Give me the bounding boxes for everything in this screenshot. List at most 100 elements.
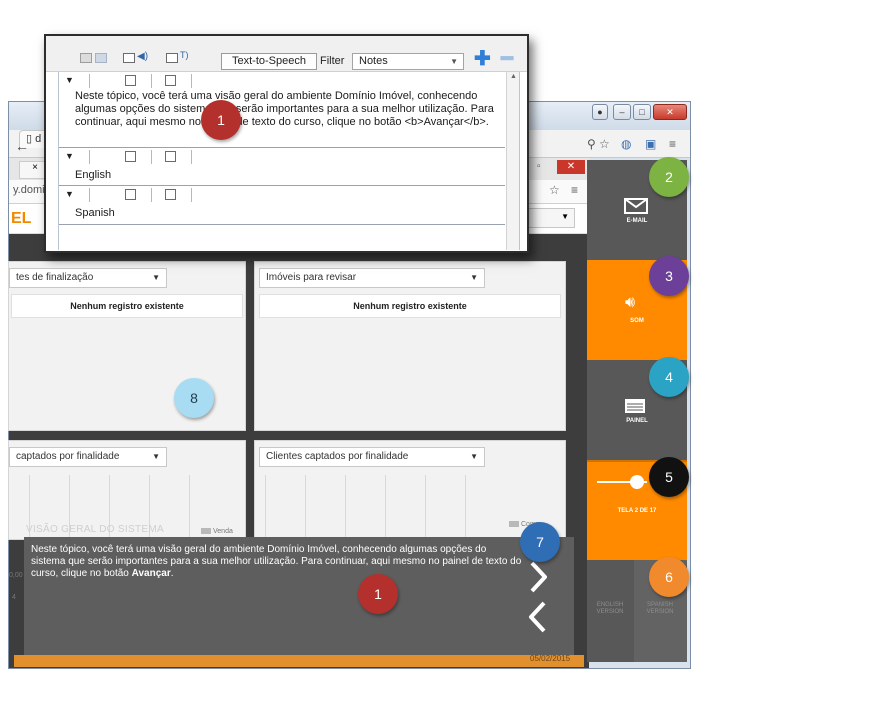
previous-arrow-icon[interactable]	[525, 599, 551, 635]
column-separator	[151, 188, 152, 202]
url-text: y.domi	[13, 184, 45, 196]
spanish-version-button[interactable]: SPANISH VERSION	[634, 602, 686, 616]
collapse-triangle-icon[interactable]: ▼	[65, 189, 74, 199]
panel-dropdown[interactable]: tes de finalização ▼	[9, 268, 167, 288]
restore-icon[interactable]: ▫	[537, 161, 541, 172]
sound-label: SOM	[630, 318, 644, 324]
panel-dropdown[interactable]: Imóveis para revisar ▼	[259, 268, 485, 288]
callout-badge-3: 3	[649, 256, 689, 296]
row-checkbox[interactable]	[125, 75, 136, 86]
chart-gridline	[385, 475, 386, 541]
scrollbar[interactable]: ▲	[506, 72, 519, 250]
footer-date: 05/02/2015	[530, 654, 571, 663]
chart-gridline	[305, 475, 306, 541]
row-header: ▼	[59, 74, 519, 88]
panel-icon	[625, 399, 645, 413]
callout-badge-1-bottom: 1	[358, 574, 398, 614]
column-separator	[191, 150, 192, 164]
gray-box-icon[interactable]	[80, 53, 92, 63]
envelope-icon	[624, 198, 648, 214]
column-separator	[151, 150, 152, 164]
add-icon[interactable]: ✚	[474, 49, 491, 69]
row-header: ▼	[59, 150, 519, 164]
callout-badge-8: 8	[174, 378, 214, 418]
column-separator	[191, 188, 192, 202]
row-divider	[59, 224, 505, 225]
checkbox-icon[interactable]	[166, 53, 178, 63]
chart-gridline	[425, 475, 426, 541]
panel-bottom-right: Clientes captados por finalidade▼ Comp	[254, 440, 566, 541]
callout-badge-6: 6	[649, 557, 689, 597]
row-divider	[59, 147, 505, 148]
screen-counter: TELA 2 DE 17	[617, 508, 657, 514]
course-text-panel: Neste tópico, você terá uma visão geral …	[24, 537, 574, 655]
row-divider	[59, 185, 505, 186]
chevron-down-icon: ▼	[470, 452, 478, 461]
text-to-speech-button[interactable]: Text-to-Speech	[221, 53, 317, 70]
watermark-text: VISÃO GERAL DO SISTEMA	[26, 524, 164, 535]
text-speech-icon[interactable]: T)	[180, 50, 189, 60]
extension-icon[interactable]: ▣	[645, 137, 656, 151]
note-text: Neste tópico, você terá uma visão geral …	[75, 90, 494, 128]
screenshot-root: ● – □ ✕ ▯ d ← ⚲ ☆ ◍ ▣ ≡ × ▫ ✕ y.domi ☆ ≡	[0, 0, 874, 711]
collapse-triangle-icon[interactable]: ▼	[65, 151, 74, 161]
globe-icon[interactable]: ◍	[621, 137, 631, 151]
menu-icon[interactable]: ≡	[669, 137, 676, 151]
speaker-icon[interactable]: ◀)	[137, 51, 148, 62]
chevron-down-icon: ▼	[152, 273, 160, 282]
row-checkbox[interactable]	[125, 151, 136, 162]
row-checkbox[interactable]	[125, 189, 136, 200]
chevron-down-icon: ▼	[450, 57, 458, 66]
filter-label: Filter	[320, 55, 345, 67]
note-text-spanish: Spanish	[75, 207, 115, 219]
browser-tab-label: d	[35, 133, 42, 145]
back-arrow-icon[interactable]: ←	[15, 138, 29, 154]
legend-swatch	[509, 521, 519, 527]
filter-select[interactable]: Notes ▼	[352, 53, 464, 70]
minimize-button[interactable]: –	[613, 104, 631, 120]
close-button[interactable]: ✕	[653, 104, 687, 120]
panel-label: PAINEL	[626, 418, 648, 424]
chart-gridline	[465, 475, 466, 541]
next-arrow-icon[interactable]	[525, 559, 551, 595]
bookmark-star-icon[interactable]: ☆	[549, 183, 560, 197]
english-version-button[interactable]: ENGLISH VERSION	[587, 602, 633, 616]
chevron-down-icon: ▼	[152, 452, 160, 461]
chart-gridline	[345, 475, 346, 541]
row-checkbox[interactable]	[165, 151, 176, 162]
callout-badge-7: 7	[520, 522, 560, 562]
chevron-down-icon: ▼	[561, 212, 569, 221]
inner-menu-icon[interactable]: ≡	[571, 183, 578, 197]
panel-dropdown[interactable]: Clientes captados por finalidade ▼	[259, 447, 485, 467]
row-checkbox[interactable]	[165, 75, 176, 86]
panel-top-right: Imóveis para revisar ▼ Nenhum registro ex…	[254, 261, 566, 431]
callout-badge-5: 5	[649, 457, 689, 497]
grid-icon[interactable]	[95, 53, 107, 63]
notes-list: ▼ Neste tópico, você terá uma visão gera…	[58, 72, 520, 250]
user-icon[interactable]: ●	[592, 104, 608, 120]
callout-badge-1-top: 1	[201, 100, 241, 140]
volume-slider-handle[interactable]	[630, 475, 644, 489]
star-icon[interactable]: ☆	[599, 137, 610, 151]
scroll-up-icon[interactable]: ▲	[510, 73, 517, 80]
collapse-triangle-icon[interactable]: ▼	[65, 75, 74, 85]
course-text: Neste tópico, você terá uma visão geral …	[31, 544, 522, 579]
legend-swatch	[201, 528, 211, 534]
column-separator	[151, 74, 152, 88]
remove-icon[interactable]: ━	[501, 49, 513, 69]
checkbox-icon[interactable]	[123, 53, 135, 63]
maximize-button[interactable]: □	[633, 104, 651, 120]
chart-gridline	[265, 475, 266, 541]
notes-window: ◀) T) Text-to-Speech Filter Notes ▼ ✚ ━ ▼…	[44, 34, 529, 253]
search-icon[interactable]: ⚲	[587, 137, 596, 151]
email-label: E-MAIL	[626, 218, 648, 224]
note-text-english: English	[75, 169, 112, 181]
row-header: ▼	[59, 188, 519, 202]
inner-close-icon[interactable]: ✕	[557, 160, 585, 174]
callout-badge-2: 2	[649, 157, 689, 197]
column-separator	[89, 150, 90, 164]
panel-dropdown[interactable]: captados por finalidade ▼	[9, 447, 167, 467]
speaker-icon: 🔊︎	[625, 294, 636, 311]
row-checkbox[interactable]	[165, 189, 176, 200]
chevron-down-icon: ▼	[470, 273, 478, 282]
